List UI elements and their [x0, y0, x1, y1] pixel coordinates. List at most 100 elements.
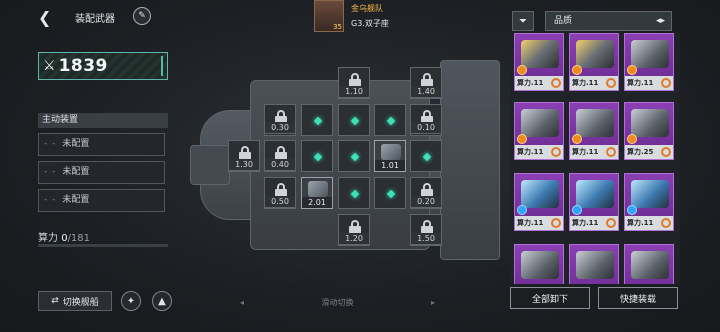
cannon-icon	[521, 40, 559, 68]
element-badge-icon	[572, 205, 582, 215]
element-badge-icon	[627, 205, 637, 215]
sort-select[interactable]: 品质 ◂▸	[545, 11, 672, 31]
slot-cost: 1.10	[338, 86, 370, 98]
power-value: 1839	[58, 56, 108, 76]
slot-cost: 2.01	[302, 197, 332, 208]
equipped-weapon-slot[interactable]: 1.01	[374, 140, 406, 172]
weapon-card[interactable]: 算力.11	[624, 33, 674, 91]
fleet-level: 35	[333, 23, 342, 31]
weapon-card[interactable]	[569, 244, 619, 284]
card-compute: 算力.25	[627, 148, 654, 156]
funnel-icon: ⏷	[519, 15, 527, 27]
slot-cost: 0.10	[410, 122, 442, 134]
back-button[interactable]: ❮	[38, 8, 51, 27]
compute-bar	[38, 244, 168, 247]
wing-emblem-icon: ✦	[126, 295, 136, 307]
weapon-card[interactable]: 算力.11	[569, 173, 619, 231]
slot-dash: - -	[44, 139, 57, 149]
weapon-slot[interactable]	[338, 177, 370, 209]
card-compute: 算力.11	[627, 79, 654, 87]
active-gear-slot[interactable]: - - 未配置	[38, 161, 165, 184]
sort-arrows-icon: ◂▸	[655, 16, 665, 26]
card-footer: 算力.11	[570, 76, 618, 90]
weapon-card[interactable]	[514, 244, 564, 284]
weapon-card[interactable]: 算力.25	[624, 102, 674, 160]
weapon-slot[interactable]	[410, 140, 442, 172]
slot-cost: 0.30	[264, 122, 296, 134]
ring-icon	[661, 78, 671, 88]
card-footer: 算力.11	[625, 216, 673, 230]
element-badge-icon	[572, 134, 582, 144]
card-footer: 算力.11	[570, 145, 618, 159]
element-badge-icon	[517, 134, 527, 144]
slot-cost: 0.50	[264, 196, 296, 208]
cannon-icon	[631, 40, 669, 68]
lock-icon	[421, 220, 433, 234]
pencil-icon: ✎	[138, 11, 146, 21]
slot-cost: 0.40	[264, 159, 296, 171]
swipe-hint: ◂ 滑动切换 ▸	[240, 297, 435, 308]
lock-icon	[275, 146, 287, 160]
weapon-slot[interactable]	[338, 140, 370, 172]
ship-hull	[190, 145, 230, 185]
rifle-icon	[631, 251, 669, 279]
lock-icon	[349, 220, 361, 234]
switch-ship-button[interactable]: ⇄ 切换舰船	[38, 291, 112, 311]
card-footer: 算力.11	[515, 216, 563, 230]
wing-emblem-button[interactable]: ✦	[121, 291, 141, 311]
edit-button[interactable]: ✎	[133, 7, 151, 25]
triangle-emblem-button[interactable]: ▲	[152, 291, 172, 311]
laser-icon	[631, 180, 669, 208]
ship-hull	[440, 60, 500, 260]
slot-cost: 1.40	[410, 86, 442, 98]
weapon-slot[interactable]	[301, 104, 333, 136]
weapon-card[interactable]: 算力.11	[624, 173, 674, 231]
element-badge-icon	[572, 65, 582, 75]
swap-arrows-icon: ⇄	[51, 296, 59, 306]
unequip-all-button[interactable]: 全部卸下	[510, 287, 590, 309]
active-gear-header: 主动装置	[38, 113, 168, 128]
weapon-slot[interactable]	[374, 104, 406, 136]
slot-cost: 1.20	[338, 233, 370, 245]
weapon-card[interactable]: 算力.11	[569, 102, 619, 160]
card-compute: 算力.11	[517, 148, 544, 156]
weapon-card[interactable]: 算力.11	[514, 102, 564, 160]
ring-icon	[551, 147, 561, 157]
weapon-card[interactable]	[624, 244, 674, 284]
weapon-card[interactable]: 算力.11	[514, 33, 564, 91]
cannon-icon	[576, 109, 614, 137]
element-badge-icon	[517, 205, 527, 215]
lock-icon	[421, 183, 433, 197]
equipped-weapon-slot[interactable]: 2.01	[301, 177, 333, 209]
fleet-avatar[interactable]: 35	[314, 0, 344, 32]
lock-icon	[421, 73, 433, 87]
compute-readout: 算力 0/181	[38, 229, 90, 244]
weapon-list[interactable]: 算力.11 算力.11 算力.11 算力.11 算力.11 算力.25 算力.1…	[510, 33, 680, 284]
ring-icon	[661, 147, 671, 157]
active-gear-slot[interactable]: - - 未配置	[38, 189, 165, 212]
slot-label: 未配置	[62, 139, 90, 149]
element-badge-icon	[627, 65, 637, 75]
weapon-icon	[381, 144, 401, 160]
card-compute: 算力.11	[627, 219, 654, 227]
swipe-hint-text: 滑动切换	[321, 298, 354, 307]
compute-label: 算力	[38, 233, 58, 244]
ring-icon	[606, 147, 616, 157]
cannon-icon	[576, 40, 614, 68]
weapon-card[interactable]: 算力.11	[569, 33, 619, 91]
card-footer: 算力.25	[625, 145, 673, 159]
ring-icon	[551, 78, 561, 88]
weapon-slot[interactable]	[338, 104, 370, 136]
compute-total: /181	[67, 233, 91, 244]
page-title: 装配武器	[75, 14, 115, 25]
weapon-card[interactable]: 算力.11	[514, 173, 564, 231]
quick-equip-button[interactable]: 快捷装载	[598, 287, 678, 309]
lock-icon	[239, 146, 251, 160]
weapon-slot[interactable]	[301, 140, 333, 172]
power-display: ⚔ 1839	[38, 52, 168, 80]
rifle-icon	[576, 251, 614, 279]
filter-button[interactable]: ⏷	[512, 11, 534, 31]
active-gear-slot[interactable]: - - 未配置	[38, 133, 165, 156]
weapon-slot[interactable]	[374, 177, 406, 209]
ring-icon	[606, 78, 616, 88]
